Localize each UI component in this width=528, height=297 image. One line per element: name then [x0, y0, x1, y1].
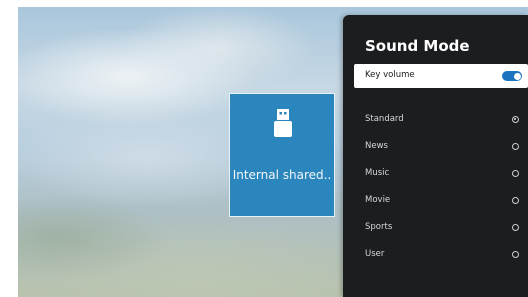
radio-empty-icon	[512, 143, 519, 150]
radio-empty-icon	[512, 170, 519, 177]
radio-empty-icon	[512, 197, 519, 204]
option-label: Sports	[365, 222, 393, 232]
radio-empty-icon	[512, 224, 519, 231]
sound-option-movie[interactable]: Movie	[354, 192, 528, 210]
option-label: User	[365, 249, 385, 259]
sound-option-music[interactable]: Music	[354, 165, 528, 183]
key-volume-row[interactable]: Key volume	[354, 64, 528, 88]
panel-title: Sound Mode	[365, 37, 470, 55]
key-volume-label: Key volume	[365, 70, 415, 80]
toggle-knob	[513, 72, 521, 80]
option-label: Standard	[365, 114, 404, 124]
key-volume-toggle[interactable]	[502, 71, 522, 81]
sound-mode-panel: Sound Mode Key volume Standard News Musi…	[343, 15, 528, 297]
sound-option-news[interactable]: News	[354, 138, 528, 156]
usb-drive-icon	[274, 109, 292, 141]
option-label: News	[365, 141, 388, 151]
internal-storage-tile[interactable]: Internal shared..	[229, 93, 335, 217]
option-label: Music	[365, 168, 390, 178]
radio-selected-icon	[512, 116, 519, 123]
storage-tile-label: Internal shared..	[232, 168, 332, 182]
sound-option-sports[interactable]: Sports	[354, 219, 528, 237]
option-label: Movie	[365, 195, 391, 205]
radio-empty-icon	[512, 251, 519, 258]
sound-option-standard[interactable]: Standard	[354, 111, 528, 129]
sound-option-user[interactable]: User	[354, 246, 528, 264]
